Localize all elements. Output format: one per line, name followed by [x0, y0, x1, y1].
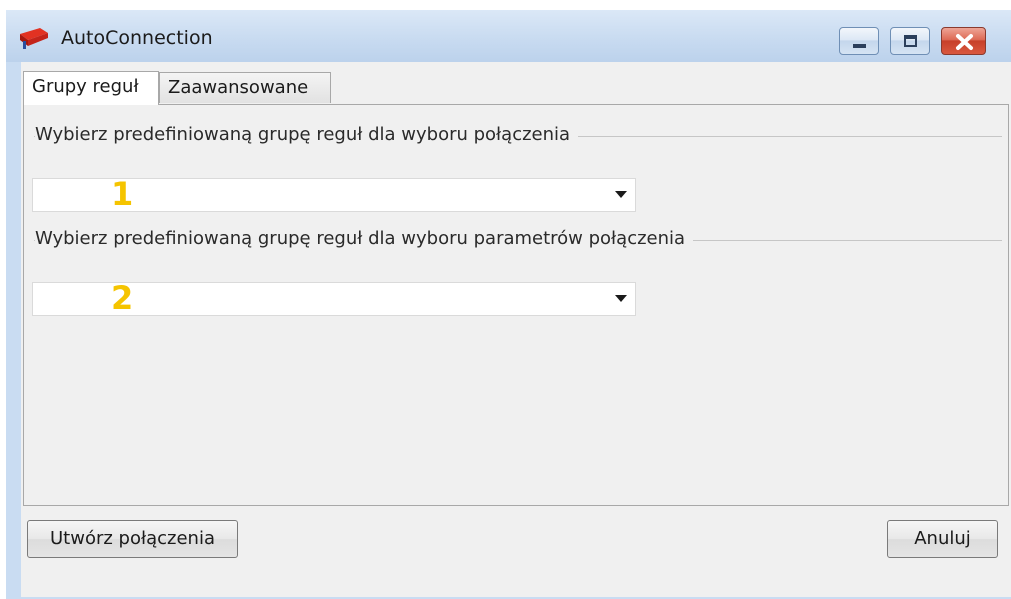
annotation-marker-2: 2: [111, 279, 134, 317]
create-connections-button[interactable]: Utwórz połączenia: [27, 520, 238, 558]
minimize-button[interactable]: [839, 27, 879, 55]
dialog-content: Grupy reguł Zaawansowane Wybierz predefi…: [21, 62, 1011, 597]
tab-label: Grupy reguł: [32, 76, 139, 97]
close-button[interactable]: [941, 27, 986, 55]
red-connector-app-icon: [20, 28, 48, 49]
maximize-icon: [904, 35, 917, 47]
title-bar[interactable]: AutoConnection: [6, 10, 1011, 62]
tab-advanced[interactable]: Zaawansowane: [159, 72, 331, 103]
tab-rule-groups[interactable]: Grupy reguł: [23, 71, 159, 105]
chevron-down-icon: [615, 191, 627, 198]
connection-parameters-rule-group-label: Wybierz predefiniowaną grupę reguł dla w…: [35, 228, 694, 249]
autoconnection-window: AutoConnection Grupy reguł Zaawansowane: [6, 10, 1011, 599]
chevron-down-icon: [615, 295, 627, 302]
tab-label: Zaawansowane: [168, 77, 309, 98]
connection-rule-group-combo[interactable]: 1: [32, 175, 636, 213]
window-title: AutoConnection: [61, 27, 213, 49]
maximize-button[interactable]: [890, 27, 930, 55]
tab-panel-rule-groups: Wybierz predefiniowaną grupę reguł dla w…: [23, 104, 1009, 506]
close-icon: [956, 34, 973, 50]
annotation-marker-1: 1: [111, 175, 134, 213]
cancel-button[interactable]: Anuluj: [887, 520, 998, 558]
connection-parameters-rule-group-combo[interactable]: 2: [32, 279, 636, 317]
minimize-icon: [853, 44, 866, 48]
connection-rule-group-label: Wybierz predefiniowaną grupę reguł dla w…: [35, 124, 579, 145]
